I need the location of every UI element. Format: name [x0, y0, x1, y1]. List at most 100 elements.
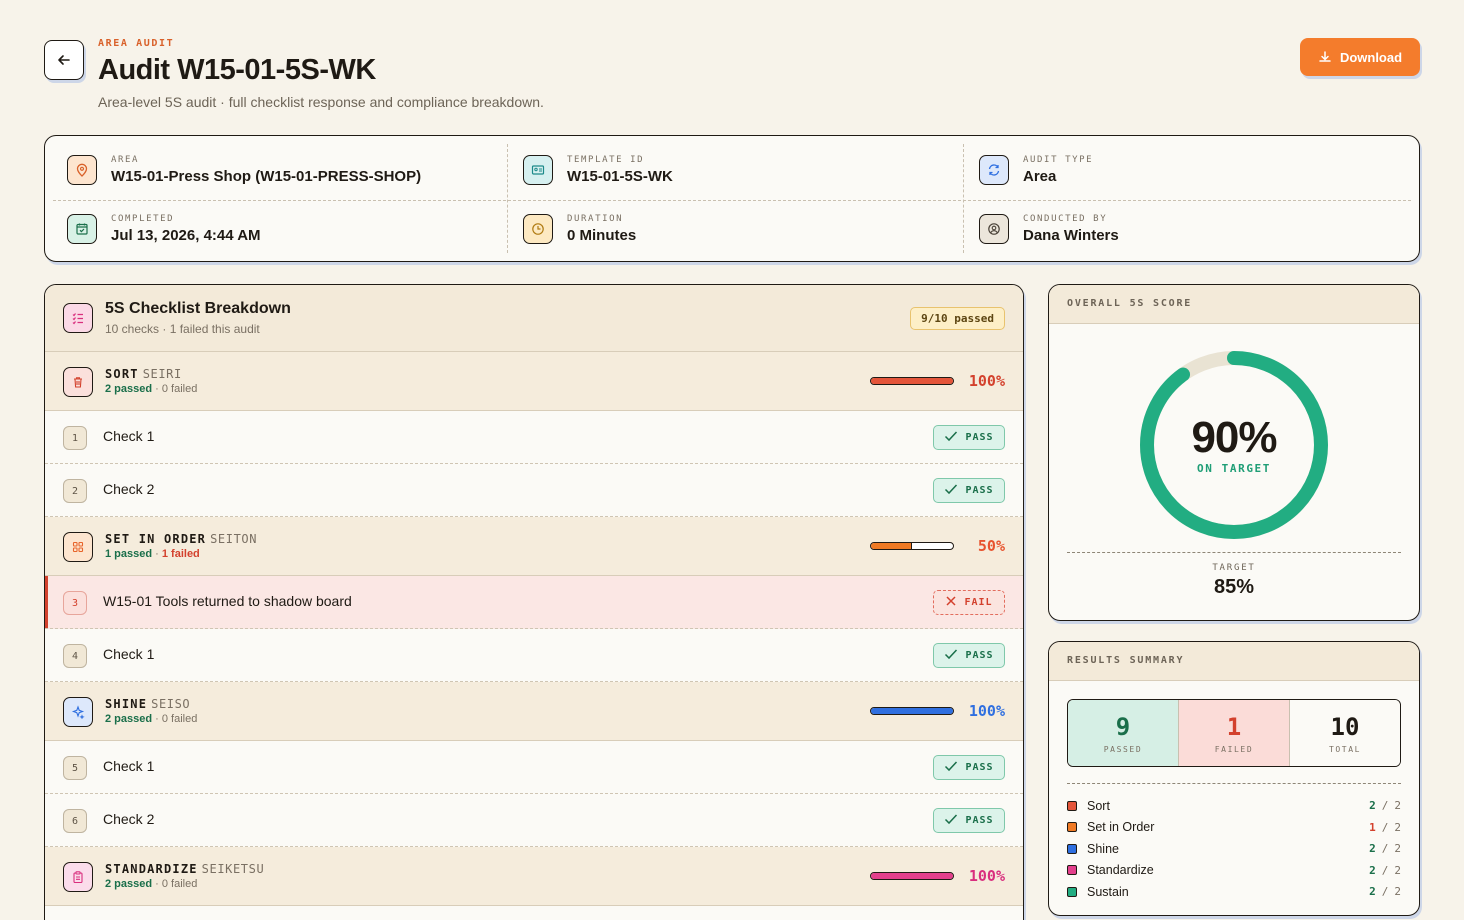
id-card-icon — [523, 155, 553, 185]
category-percent: 100% — [968, 702, 1005, 720]
check-icon — [944, 483, 958, 498]
pass-badge: PASS — [933, 643, 1005, 668]
check-row[interactable]: 3 W15-01 Tools returned to shadow board FA… — [45, 576, 1023, 629]
legend-count: 2/2 — [1369, 842, 1401, 856]
arrow-left-icon — [58, 55, 70, 65]
category-japanese-name: SEIKETSU — [201, 862, 265, 876]
conducted-by-value: Dana Winters — [1023, 227, 1119, 244]
category-japanese-name: SEITON — [210, 532, 258, 546]
legend-count: 2/2 — [1369, 885, 1401, 899]
check-row[interactable]: 4 Check 1 PASS — [45, 629, 1023, 682]
category-stats: 1 passed · 1 failed — [105, 548, 200, 560]
checklist-icon — [63, 303, 93, 333]
audit-type-value: Area — [1023, 168, 1057, 185]
overall-score-card: OVERALL 5S SCORE 90% ON TARGET TARGET 85… — [1048, 284, 1420, 621]
audit-info-card: AREA W15-01-Press Shop (W15-01-PRESS-SHOP… — [44, 135, 1420, 262]
check-icon — [944, 648, 958, 663]
legend-row-sort: Sort 2/2 — [1067, 795, 1401, 817]
category-row-set-in-order[interactable]: SET IN ORDER SEITON 1 passed · 1 failed 50% — [45, 517, 1023, 576]
check-icon — [944, 813, 958, 828]
category-stats: 2 passed · 0 failed — [105, 878, 198, 890]
checklist-subtitle: 10 checks · 1 failed this audit — [105, 322, 260, 336]
legend-row-standardize: Standardize 2/2 — [1067, 860, 1401, 882]
progress-fill — [871, 378, 953, 384]
check-number: 3 — [63, 591, 87, 615]
template-id-value: W15-01-5S-WK — [567, 168, 673, 185]
passed-count-badge: 9/10 passed — [910, 307, 1005, 330]
category-percent: 50% — [977, 537, 1005, 555]
legend-count: 2/2 — [1369, 863, 1401, 877]
legend-name: Sort — [1087, 798, 1110, 813]
page-title: Audit W15-01-5S-WK — [98, 54, 376, 86]
page-subtitle: Area-level 5S audit · full checklist res… — [98, 94, 544, 110]
category-percent: 100% — [968, 867, 1005, 885]
download-label: Download — [1339, 49, 1403, 65]
legend-row-set-in-order: Set in Order 1/2 — [1067, 817, 1401, 839]
legend-row-shine: Shine 2/2 — [1067, 838, 1401, 860]
category-row-shine[interactable]: SHINE SEISO 2 passed · 0 failed 100% — [45, 682, 1023, 741]
check-icon — [944, 430, 958, 445]
info-duration: DURATION 0 Minutes — [523, 204, 963, 254]
category-name: STANDARDIZE SEIKETSU — [105, 862, 265, 876]
check-label: Check 2 — [103, 481, 155, 497]
legend-count: 2/2 — [1369, 799, 1401, 813]
legend-name: Shine — [1087, 841, 1119, 856]
legend-swatch — [1067, 822, 1077, 833]
clipboard-icon — [63, 862, 93, 892]
download-button[interactable]: Download — [1300, 38, 1420, 76]
check-number: 5 — [63, 756, 87, 780]
pass-badge: PASS — [933, 755, 1005, 780]
checklist-body: SORT SEIRI 2 passed · 0 failed 100% 1 Check 1… — [45, 352, 1023, 906]
legend-name: Set in Order — [1087, 820, 1155, 835]
legend-swatch — [1067, 865, 1077, 876]
total-stat: 10 TOTAL — [1289, 700, 1400, 766]
failed-stat: 1 FAILED — [1178, 700, 1289, 766]
check-row[interactable]: 1 Check 1 PASS — [45, 411, 1023, 464]
check-number: 2 — [63, 479, 87, 503]
category-legend: Sort 2/2 Set in Order 1/2 Shine 2/2 Standardiz… — [1067, 795, 1401, 903]
check-row[interactable]: 6 Check 2 PASS — [45, 794, 1023, 847]
passed-stat: 9 PASSED — [1068, 700, 1178, 766]
target-value: 85% — [1213, 576, 1255, 598]
check-row[interactable]: 5 Check 1 PASS — [45, 741, 1023, 794]
download-icon — [1319, 51, 1331, 62]
x-icon — [945, 595, 957, 610]
legend-swatch — [1067, 843, 1077, 854]
results-summary-card: RESULTS SUMMARY 9 PASSED 1 FAILED 10 TOT… — [1048, 641, 1420, 916]
grid-icon — [63, 532, 93, 562]
category-stats: 2 passed · 0 failed — [105, 713, 198, 725]
checklist-header: 5S Checklist Breakdown 10 checks · 1 fai… — [45, 285, 1023, 352]
back-button[interactable] — [44, 40, 84, 80]
refresh-icon — [979, 155, 1009, 185]
page-eyebrow: AREA AUDIT — [98, 38, 175, 49]
legend-name: Standardize — [1087, 863, 1154, 878]
check-row[interactable]: 2 Check 2 PASS — [45, 464, 1023, 517]
fail-badge: FAIL — [933, 590, 1005, 615]
score-percent: 90% — [1191, 413, 1277, 462]
category-progress-bar — [870, 872, 954, 880]
check-number: 6 — [63, 809, 87, 833]
check-label: Check 2 — [103, 811, 155, 827]
category-row-sort[interactable]: SORT SEIRI 2 passed · 0 failed 100% — [45, 352, 1023, 411]
check-label: Check 1 — [103, 428, 155, 444]
category-name: SORT SEIRI — [105, 367, 182, 381]
category-stats: 2 passed · 0 failed — [105, 383, 198, 395]
legend-name: Sustain — [1087, 884, 1129, 899]
pass-badge: PASS — [933, 478, 1005, 503]
category-japanese-name: SEIRI — [142, 367, 182, 381]
category-progress-bar — [870, 707, 954, 715]
info-conducted-by: CONDUCTED BY Dana Winters — [979, 204, 1419, 254]
legend-count: 1/2 — [1369, 820, 1401, 834]
legend-swatch — [1067, 800, 1077, 811]
category-progress-bar — [870, 542, 954, 550]
check-icon — [944, 760, 958, 775]
check-label: W15-01 Tools returned to shadow board — [103, 593, 352, 609]
progress-fill — [871, 543, 912, 549]
clock-icon — [523, 214, 553, 244]
legend-row-sustain: Sustain 2/2 — [1067, 881, 1401, 903]
info-audit-type: AUDIT TYPE Area — [979, 145, 1419, 195]
score-heading: OVERALL 5S SCORE — [1049, 285, 1419, 324]
user-circle-icon — [979, 214, 1009, 244]
category-row-standardize[interactable]: STANDARDIZE SEIKETSU 2 passed · 0 failed 10… — [45, 847, 1023, 906]
completed-value: Jul 13, 2026, 4:44 AM — [111, 227, 261, 244]
